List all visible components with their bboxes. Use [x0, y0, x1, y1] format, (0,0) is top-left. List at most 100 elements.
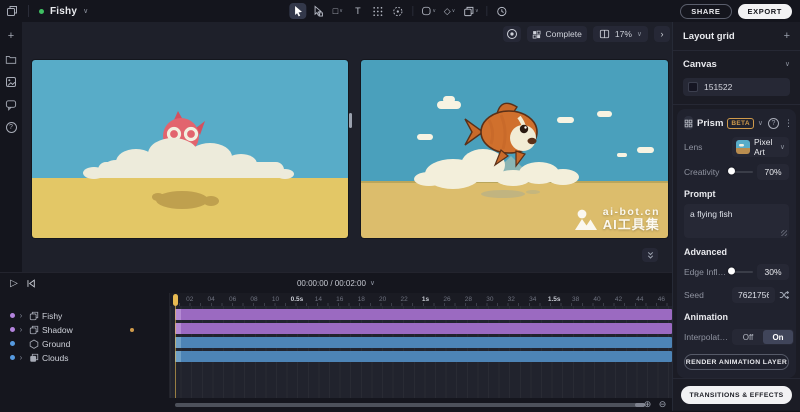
layer-name: Fishy — [42, 311, 62, 321]
share-button[interactable]: SHARE — [680, 4, 731, 19]
resize-handle[interactable] — [781, 230, 787, 236]
time-value: 00:00:00 / 00:02:00 — [297, 279, 366, 288]
next-page-button[interactable]: › — [654, 26, 670, 42]
ruler-tick: 44 — [629, 296, 650, 303]
chevron-down-icon: ∨ — [339, 8, 343, 14]
prism-menu-icon[interactable]: ⋮ — [784, 118, 793, 129]
lens-dropdown[interactable]: Pixel Art ∨ — [732, 137, 789, 157]
layer-row-fishy[interactable]: › Fishy — [0, 309, 169, 322]
component-tool-button[interactable]: ◇ ∨ — [441, 3, 458, 19]
edge-influence-value[interactable]: 30% — [757, 264, 789, 280]
select-tool-button[interactable] — [289, 3, 306, 19]
render-animation-layer-button[interactable]: RENDER ANIMATION LAYER — [684, 354, 789, 370]
horizontal-scrollbar[interactable] — [175, 403, 645, 407]
rotate-tool-button[interactable] — [389, 3, 406, 19]
layer-name: Shadow — [42, 325, 73, 335]
canvas-area[interactable]: Complete 17% ∨ › — [22, 22, 672, 272]
prism-chevron-down-icon[interactable]: ∨ — [758, 120, 763, 127]
watermark: ai-bot.cn AI工具集 — [574, 207, 660, 232]
ruler-tick: 30 — [479, 296, 500, 303]
export-button[interactable]: EXPORT — [738, 4, 792, 19]
chevron-down-icon: ∨ — [432, 8, 436, 14]
track-bar-ground[interactable] — [175, 337, 672, 348]
help-icon[interactable]: ? — [6, 122, 17, 133]
canvas-section: Canvas ∨ 151522 — [673, 51, 800, 104]
assets-icon[interactable] — [5, 76, 17, 88]
frame-2[interactable]: ai-bot.cn AI工具集 — [361, 60, 668, 238]
zoom-chevron-down-icon: ∨ — [637, 31, 642, 38]
layer-name: Ground — [42, 339, 70, 349]
edge-influence-slider[interactable] — [732, 271, 753, 273]
modified-indicator-dot — [130, 328, 134, 332]
lens-thumbnail — [736, 140, 750, 154]
layer-name: Clouds — [42, 353, 68, 363]
add-layout-grid-button[interactable]: + — [784, 30, 790, 42]
collapse-panel-button[interactable] — [642, 248, 658, 262]
canvas-chevron-down-icon[interactable]: ∨ — [785, 61, 790, 68]
prism-help-icon[interactable]: ? — [768, 118, 779, 129]
layer-color-dot — [10, 341, 15, 346]
seed-shuffle-icon[interactable] — [779, 290, 789, 300]
hexagon-icon — [27, 339, 40, 349]
title-chevron-down-icon[interactable]: ∨ — [83, 8, 88, 15]
history-tool-button[interactable] — [494, 3, 511, 19]
complete-button[interactable]: Complete — [527, 26, 586, 42]
ruler-tick: 1.5s — [543, 296, 564, 303]
group-icon — [27, 325, 40, 335]
frame-tool-button[interactable]: □ ∨ — [329, 3, 346, 19]
pixel-grid-tool-button[interactable] — [369, 3, 386, 19]
creativity-slider[interactable] — [732, 171, 753, 173]
watermark-line2: AI工具集 — [603, 218, 660, 232]
add-icon[interactable]: + — [5, 30, 17, 42]
expand-icon[interactable]: › — [15, 325, 27, 334]
ruler-tick: 16 — [329, 296, 350, 303]
animation-label: Animation — [684, 312, 789, 322]
transitions-effects-button[interactable]: TRANSITIONS & EFFECTS — [681, 386, 792, 404]
layer-row-shadow[interactable]: › Shadow — [0, 323, 169, 336]
track-bar-shadow[interactable] — [175, 323, 672, 334]
layout-grid-section: Layout grid + — [673, 22, 800, 50]
right-panel: Layout grid + Canvas ∨ 151522 Prism BETA — [672, 22, 800, 411]
node-tool-button[interactable] — [309, 3, 326, 19]
divider — [28, 5, 29, 17]
record-button[interactable] — [503, 26, 521, 42]
layers-tool-button[interactable]: ∨ — [461, 3, 481, 19]
creativity-slider-knob[interactable] — [728, 168, 735, 175]
time-display[interactable]: 00:00:00 / 00:02:00 ∨ — [297, 279, 375, 288]
seed-input[interactable] — [732, 287, 775, 303]
canvas-title: Canvas — [683, 59, 717, 70]
advanced-label: Advanced — [684, 247, 789, 257]
layer-row-clouds[interactable]: › Clouds — [0, 351, 169, 364]
prism-icon — [684, 116, 693, 130]
play-button[interactable]: ▷ — [6, 276, 22, 290]
timeline-zoom-in-button[interactable]: ⊕ — [642, 399, 653, 410]
interpolation-off-button[interactable]: Off — [733, 330, 763, 344]
edge-influence-slider-knob[interactable] — [728, 268, 735, 275]
ruler-tick: 34 — [522, 296, 543, 303]
layer-row-ground[interactable]: Ground — [0, 337, 169, 350]
canvas-color-field[interactable]: 151522 — [683, 78, 790, 96]
shape-tool-button[interactable]: ∨ — [419, 3, 438, 19]
skip-to-start-button[interactable] — [22, 276, 38, 290]
playhead[interactable] — [173, 294, 178, 306]
zoom-control[interactable]: 17% ∨ — [593, 26, 648, 42]
app-logo-icon[interactable] — [6, 5, 18, 17]
expand-icon[interactable]: › — [15, 353, 27, 362]
folder-icon[interactable] — [5, 53, 17, 65]
color-swatch[interactable] — [688, 82, 698, 92]
timeline-ruler[interactable]: 02040608100.5s14161820221s26283032341.5s… — [170, 293, 672, 306]
expand-icon[interactable]: › — [15, 311, 27, 320]
ruler-tick: 22 — [393, 296, 414, 303]
track-bar-fishy[interactable] — [175, 309, 672, 320]
timeline-zoom-out-button[interactable]: ⊖ — [657, 399, 668, 410]
ruler-tick: 10 — [265, 296, 286, 303]
text-tool-button[interactable]: T — [349, 3, 366, 19]
frame-tool-icon: □ — [333, 6, 338, 16]
frame-divider-handle[interactable] — [349, 113, 352, 128]
interpolation-on-button[interactable]: On — [763, 330, 793, 344]
creativity-value[interactable]: 70% — [757, 164, 789, 180]
frame-1[interactable] — [32, 60, 348, 238]
prompt-input[interactable]: a flying fish — [684, 204, 789, 238]
comments-icon[interactable] — [5, 99, 17, 111]
track-bar-clouds[interactable] — [175, 351, 672, 362]
